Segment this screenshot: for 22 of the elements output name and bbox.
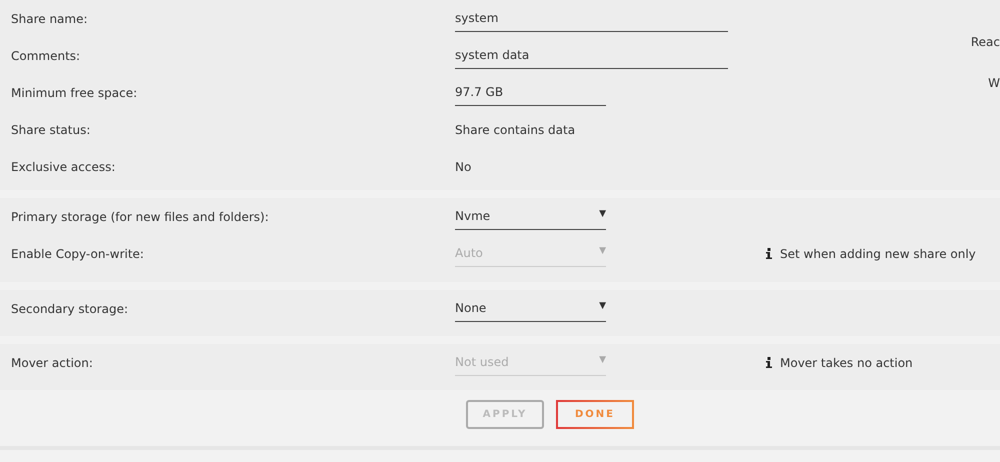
input-field[interactable]: system xyxy=(455,6,728,32)
field-label: Enable Copy-on-write: xyxy=(10,246,145,260)
input-field[interactable]: 97.7 GB xyxy=(455,80,606,106)
field-label: Share name: xyxy=(10,12,89,26)
field-label: Minimum free space: xyxy=(10,86,138,100)
field-label: Comments: xyxy=(10,48,82,62)
hint-text: Mover takes no action xyxy=(780,356,913,370)
dropdown[interactable]: None ▼ xyxy=(455,296,606,322)
field-label: Share status: xyxy=(10,122,92,136)
info-icon xyxy=(766,357,772,368)
input-field[interactable]: system data xyxy=(455,42,728,68)
field-label: Secondary storage: xyxy=(10,302,129,316)
column-label: W xyxy=(988,76,1000,90)
field-label: Mover action: xyxy=(10,356,94,370)
field-value: No xyxy=(455,160,472,174)
column-label: Reac xyxy=(970,35,1000,49)
info-icon xyxy=(766,248,772,259)
dropdown[interactable]: Nvme ▼ xyxy=(455,204,606,230)
field-label: Primary storage (for new files and folders): xyxy=(10,210,270,224)
field-label: Exclusive access: xyxy=(10,160,116,174)
field-value: Share contains data xyxy=(455,122,576,136)
hint-text: Set when adding new share only xyxy=(780,246,976,260)
